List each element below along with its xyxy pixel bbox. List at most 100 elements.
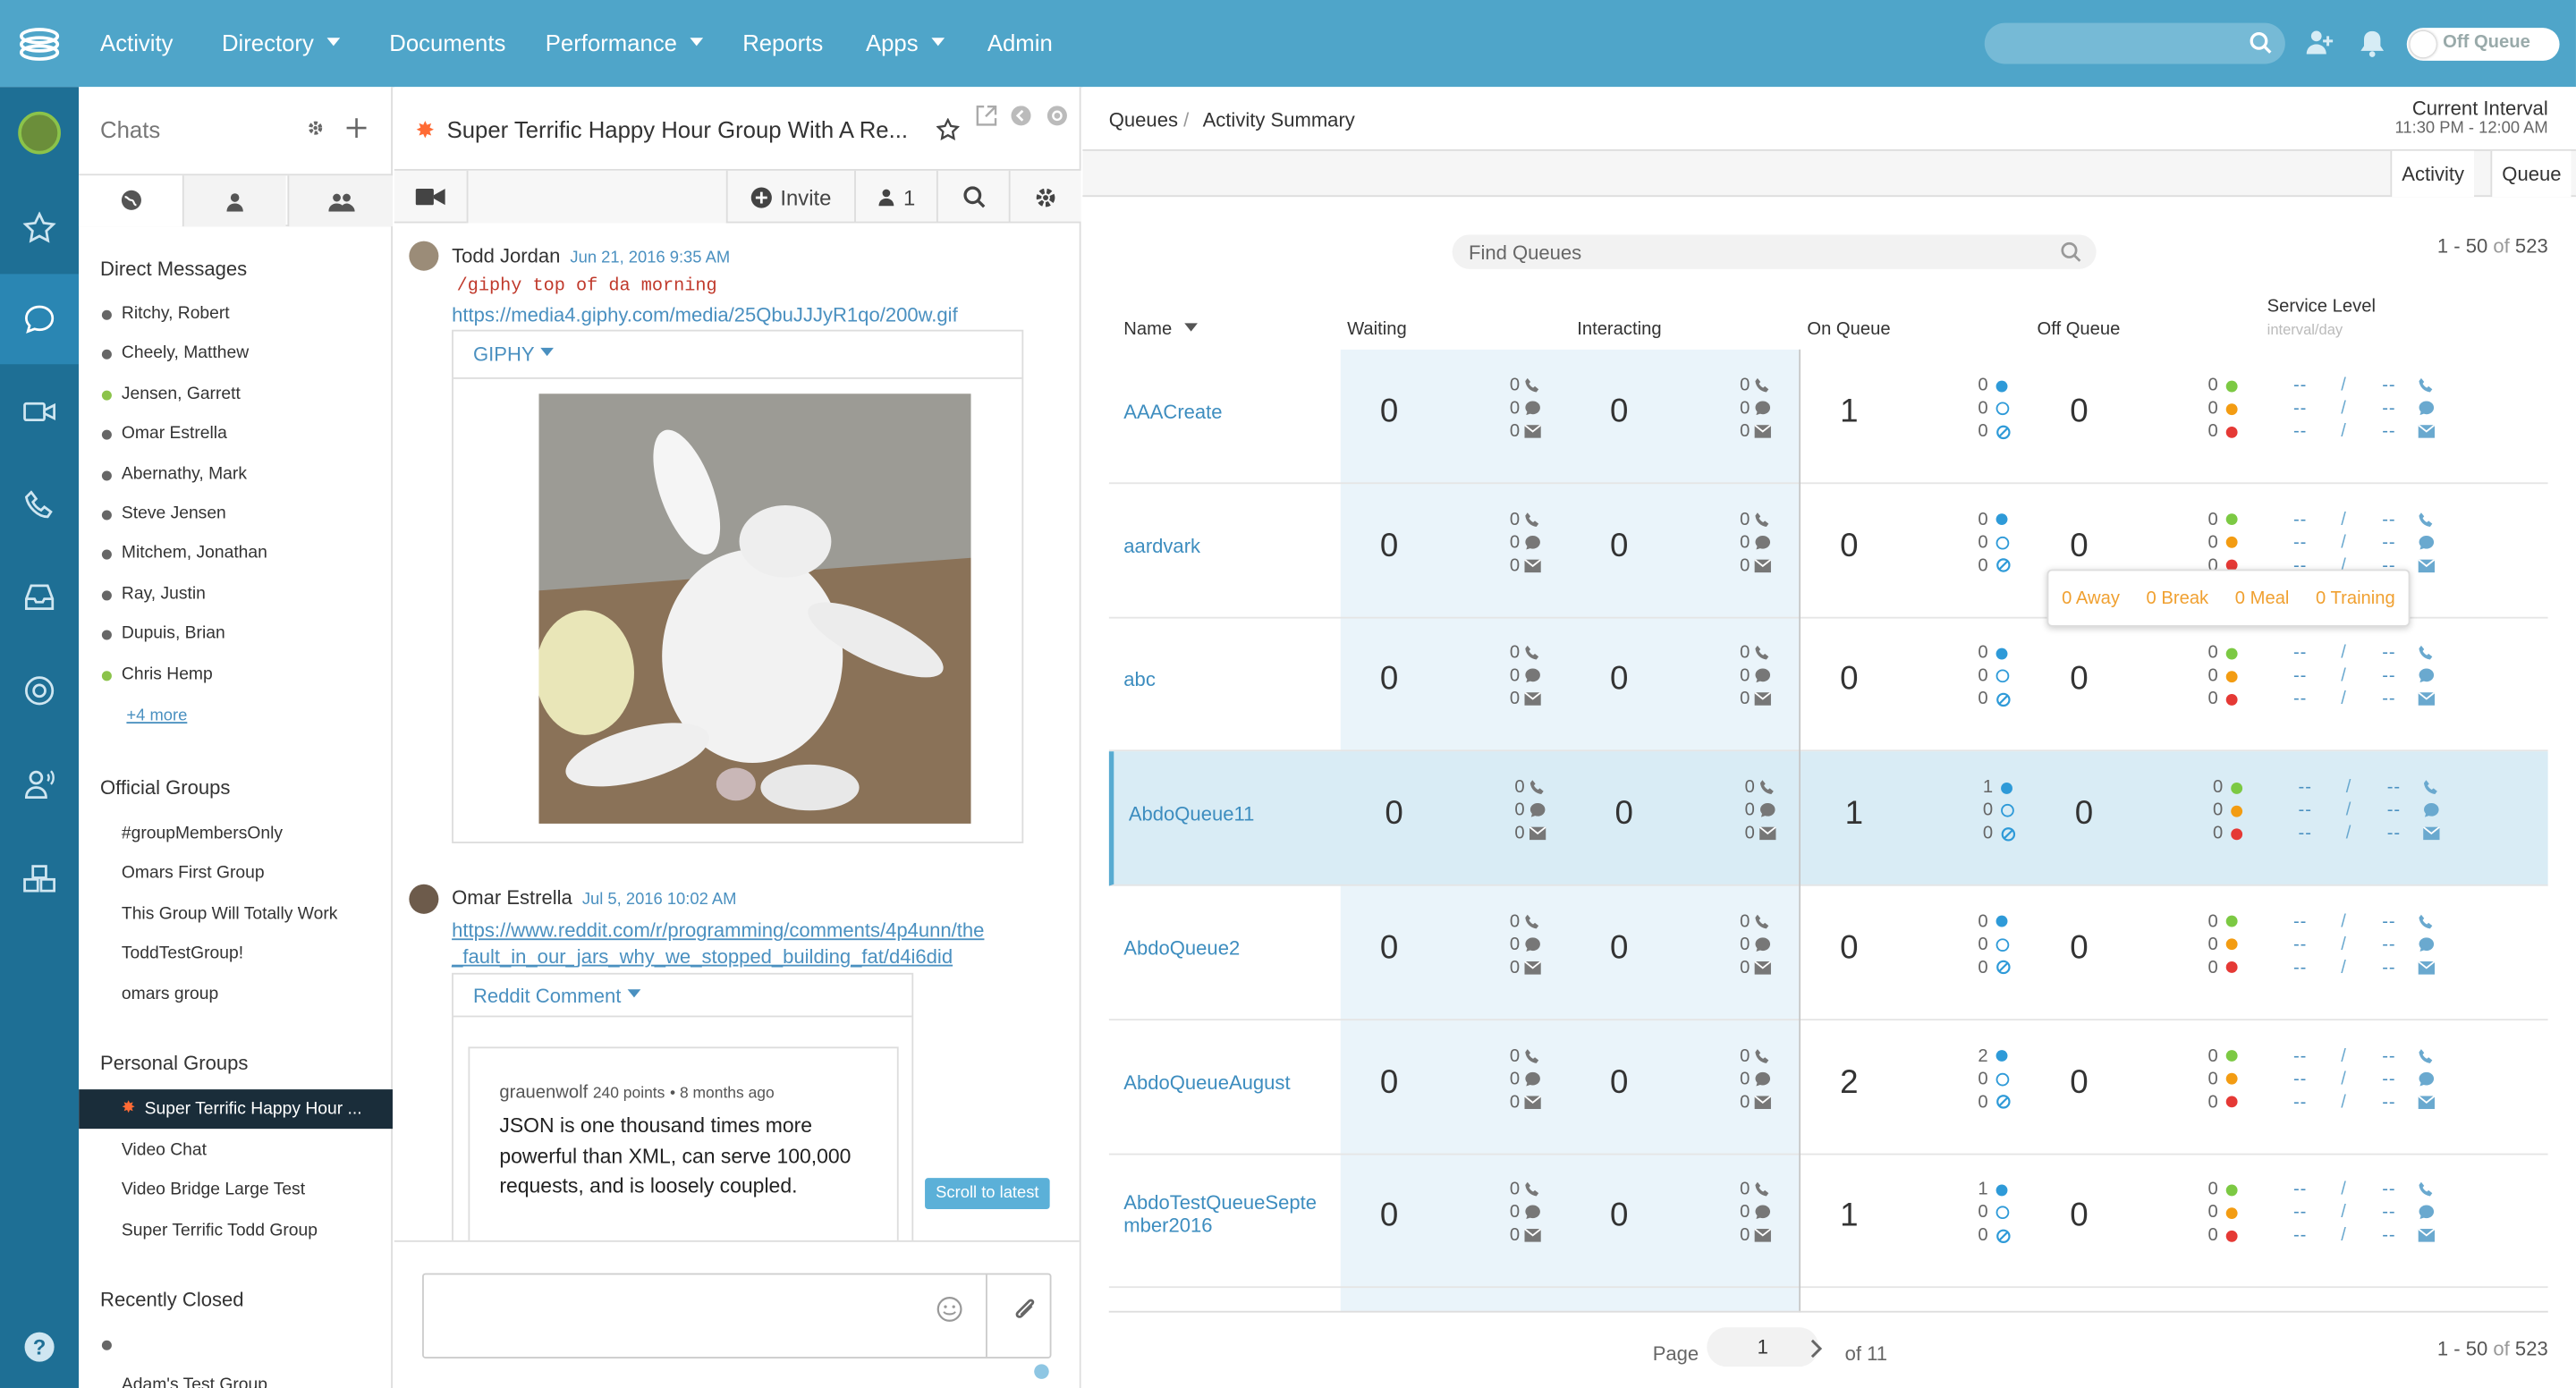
- nav-documents[interactable]: Documents: [389, 30, 505, 55]
- search-icon[interactable]: [2249, 31, 2272, 55]
- giphy-card-toggle[interactable]: GIPHY: [473, 343, 555, 366]
- rail-agents[interactable]: [0, 739, 79, 829]
- personal-group-item[interactable]: Super Terrific Todd Group: [122, 1221, 318, 1240]
- rail-inbox[interactable]: [0, 551, 79, 641]
- plus-icon[interactable]: [346, 118, 367, 139]
- page-number-input[interactable]: 1: [1707, 1327, 1819, 1367]
- close-icon[interactable]: [1046, 105, 1068, 126]
- queue-name-link[interactable]: AAACreate: [1123, 401, 1222, 424]
- direct-message-item[interactable]: Mitchem, Jonathan: [122, 544, 267, 563]
- rail-chats[interactable]: [0, 274, 80, 365]
- rail-favorites[interactable]: [0, 182, 79, 273]
- rail-video[interactable]: [0, 366, 79, 456]
- avatar[interactable]: [409, 884, 439, 914]
- global-search-input[interactable]: [1984, 22, 2285, 64]
- personal-group-selected[interactable]: ✸ Super Terrific Happy Hour ...: [79, 1089, 393, 1130]
- queue-name-link[interactable]: aardvark: [1123, 534, 1200, 557]
- official-group-item[interactable]: Omars First Group: [122, 864, 265, 884]
- table-row[interactable]: abc 0 0 0 0 0 0 0 0 0 0 0 0 0 0 0 0 -- / -- -- / -…: [1108, 617, 2548, 752]
- emoji-icon[interactable]: [936, 1296, 962, 1322]
- nav-performance[interactable]: Performance: [546, 30, 704, 55]
- scroll-to-latest-button[interactable]: Scroll to latest: [925, 1178, 1050, 1210]
- app-logo-icon[interactable]: [16, 21, 62, 67]
- queue-status-toggle[interactable]: Off Queue: [2406, 28, 2560, 61]
- rail-apps[interactable]: [0, 834, 79, 924]
- table-row[interactable]: AbdoQueue2 0 0 0 0 0 0 0 0 0 0 0 0 0 0 0 0 --…: [1108, 885, 2548, 1020]
- tab-group-chats[interactable]: [287, 175, 393, 227]
- message-link[interactable]: https://www.reddit.com/r/programming/com…: [452, 917, 984, 969]
- table-row[interactable]: AbdoQueue11 0 0 1 0 0 0 0 0 0 0 1 0 0 0 0 0 -…: [1108, 751, 2548, 886]
- direct-message-item[interactable]: Cheely, Matthew: [122, 343, 249, 363]
- rail-profile[interactable]: [0, 87, 79, 177]
- tab-direct-chats[interactable]: [182, 175, 286, 227]
- direct-message-item[interactable]: Abernathy, Mark: [122, 463, 247, 483]
- sl-day: --: [2382, 532, 2396, 553]
- direct-message-item[interactable]: Ray, Justin: [122, 584, 206, 604]
- bell-icon[interactable]: [2360, 28, 2385, 57]
- tab-activity[interactable]: Activity: [2390, 150, 2475, 198]
- reddit-card-toggle[interactable]: Reddit Comment: [473, 985, 641, 1007]
- direct-message-item[interactable]: Omar Estrella: [122, 424, 227, 444]
- invite-button[interactable]: Invite: [725, 170, 854, 224]
- service-level-line: -- / --: [2293, 374, 2441, 397]
- add-person-icon[interactable]: [2305, 28, 2334, 57]
- queue-name-link[interactable]: AbdoQueue2: [1123, 936, 1240, 960]
- direct-message-item[interactable]: Dupuis, Brian: [122, 623, 225, 643]
- personal-group-item[interactable]: Video Bridge Large Test: [122, 1180, 305, 1199]
- popout-icon[interactable]: [976, 105, 997, 126]
- settings-button[interactable]: [1008, 170, 1081, 224]
- nav-activity[interactable]: Activity: [100, 30, 173, 55]
- message-author[interactable]: Omar Estrella: [452, 886, 572, 910]
- rail-support[interactable]: [0, 645, 79, 735]
- nav-reports[interactable]: Reports: [742, 30, 823, 55]
- chevron-down-icon: [540, 348, 555, 357]
- direct-message-item[interactable]: Chris Hemp: [122, 664, 213, 683]
- official-group-item[interactable]: omars group: [122, 984, 218, 1003]
- paperclip-icon[interactable]: [1012, 1294, 1038, 1324]
- comment-user[interactable]: grauenwolf: [499, 1083, 588, 1103]
- official-group-item[interactable]: This Group Will Totally Work: [122, 903, 337, 923]
- find-queues-input[interactable]: Find Queues: [1452, 234, 2097, 269]
- table-row[interactable]: AbdoTestQueueSepte mber2016 0 0 1 0 0 0 0 0 0 …: [1108, 1154, 2548, 1289]
- nav-admin[interactable]: Admin: [987, 30, 1053, 55]
- rail-help[interactable]: ?: [0, 1301, 79, 1388]
- tab-all-chats[interactable]: [79, 175, 182, 227]
- table-row[interactable]: AbdoQueueAugust 0 0 2 0 0 0 0 0 0 0 2 0 0 0 0…: [1108, 1020, 2548, 1155]
- personal-group-item[interactable]: Video Chat: [122, 1140, 207, 1160]
- table-row[interactable]: AAACreate 0 0 1 0 0 0 0 0 0 0 0 0 0 0 0 0 -- /…: [1108, 350, 2548, 485]
- participants-button[interactable]: 1: [854, 170, 936, 224]
- nav-directory[interactable]: Directory: [222, 30, 341, 55]
- message-link[interactable]: https://media4.giphy.com/media/25QbuJJJy…: [452, 303, 958, 326]
- queue-name-link[interactable]: abc: [1123, 668, 1156, 691]
- queue-name-link[interactable]: AbdoTestQueueSepte mber2016: [1123, 1191, 1317, 1237]
- official-group-item[interactable]: #groupMembersOnly: [122, 824, 283, 843]
- nav-apps[interactable]: Apps: [866, 30, 945, 55]
- star-icon[interactable]: [936, 118, 960, 141]
- avatar[interactable]: [409, 241, 439, 271]
- video-call-button[interactable]: [394, 171, 467, 224]
- next-page-icon[interactable]: [1807, 1337, 1823, 1360]
- stack-line: 0: [1978, 688, 2023, 711]
- rail-phone[interactable]: [0, 460, 79, 550]
- official-group-item[interactable]: ToddTestGroup!: [122, 944, 243, 963]
- back-icon[interactable]: [1011, 105, 1032, 126]
- search-button[interactable]: [936, 170, 1009, 224]
- tab-queue[interactable]: Queue: [2490, 150, 2572, 198]
- queue-name-link[interactable]: AbdoQueueAugust: [1123, 1071, 1290, 1094]
- message-input[interactable]: [422, 1273, 1052, 1358]
- help-icon[interactable]: [1033, 1363, 1049, 1379]
- breadcrumb-root[interactable]: Queues: [1109, 108, 1178, 131]
- on-queue-breakdown: 1 0 0: [1978, 1179, 2023, 1248]
- interacting-breakdown-count: 0: [1740, 421, 1750, 442]
- direct-message-item[interactable]: Jensen, Garrett: [122, 384, 241, 403]
- column-name[interactable]: Name: [1123, 320, 1199, 340]
- message-author[interactable]: Todd Jordan: [452, 244, 560, 267]
- direct-message-item[interactable]: Steve Jensen: [122, 504, 226, 523]
- search-icon[interactable]: [2060, 241, 2081, 263]
- gear-icon[interactable]: [306, 118, 326, 138]
- direct-message-item[interactable]: Ritchy, Robert: [122, 303, 230, 323]
- more-direct-messages-link[interactable]: +4 more: [126, 707, 187, 725]
- giphy-image[interactable]: [538, 394, 971, 824]
- recently-closed-item[interactable]: Adam's Test Group: [122, 1375, 267, 1388]
- queue-name-link[interactable]: AbdoQueue11: [1129, 802, 1255, 825]
